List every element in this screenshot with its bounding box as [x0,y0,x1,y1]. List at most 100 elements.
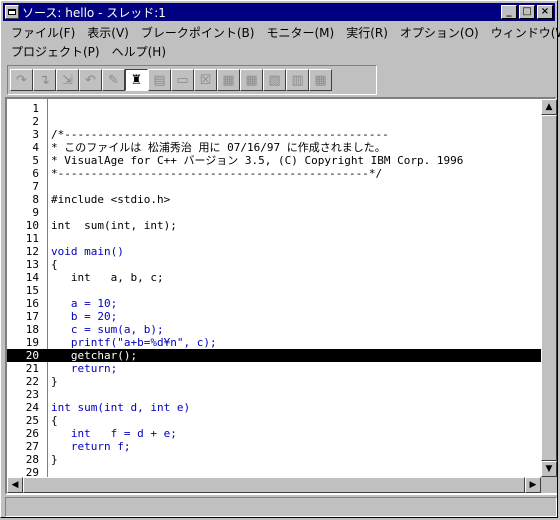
source-editor[interactable]: 1 2 3/*-----------------------------------… [5,97,557,495]
source-line[interactable]: 12 void main() [7,245,555,258]
line-number: 5 [32,154,39,167]
title-bar[interactable]: ソース: hello - スレッド:1 _ □ × [3,3,555,21]
source-line[interactable]: 8 #include <stdio.h> [7,193,555,206]
line-text: return f; [51,440,131,453]
source-line[interactable]: 13 { [7,258,555,271]
system-menu-icon[interactable] [5,5,19,19]
step-return-button[interactable]: ↶ [79,69,102,91]
run-button[interactable]: ✎ [102,69,125,91]
source-line[interactable]: 7 [7,180,555,193]
menu-row-2: プロジェクト(P) ヘルプ(H) [7,42,553,61]
menu-item[interactable]: ヘルプ(H) [106,43,172,60]
step-over-button[interactable]: ↷ [10,69,33,91]
threads-button[interactable]: ▦ [309,69,332,91]
source-line[interactable]: 17 b = 20; [7,310,555,323]
close-button[interactable]: × [537,5,553,19]
line-number: 26 [25,427,39,440]
scroll-down-button[interactable]: ▼ [541,461,557,477]
line-text: getchar(); [51,349,138,362]
storage-icon: ▦ [245,72,258,88]
vertical-scroll-thumb[interactable] [541,115,557,461]
source-lines: 1 2 3/*-----------------------------------… [7,102,555,479]
line-text: int sum(int d, int e) [51,401,191,414]
source-line[interactable]: 24 int sum(int d, int e) [7,401,555,414]
debugger-source-window: ソース: hello - スレッド:1 _ □ × ファイル(F) 表示(V) ブレ… [0,0,560,518]
source-line[interactable]: 21 return; [7,362,555,375]
menu-item[interactable]: 実行(R) [340,24,394,41]
line-text: int a, b, c; [51,271,164,284]
breakpoints-icon: ▤ [153,72,166,88]
source-line[interactable]: 5 * VisualAge for C++ バージョン 3.5, (C) Copy… [7,154,555,167]
line-text: *---------------------------------------… [51,167,383,180]
line-text: int f = d + e; [51,427,177,440]
registers-button[interactable]: ▦ [217,69,240,91]
source-line[interactable]: 9 [7,206,555,219]
source-line[interactable]: 15 [7,284,555,297]
source-line[interactable]: 22} [7,375,555,388]
source-line[interactable]: 27 return f; [7,440,555,453]
breakpoints-button[interactable]: ▤ [148,69,171,91]
step-into-button[interactable]: ↴ [33,69,56,91]
step-into-icon: ↴ [39,72,50,88]
source-line[interactable]: 3 /*-------------------------------------… [7,128,555,141]
source-line[interactable]: 10 int sum(int, int); [7,219,555,232]
toolbar: ↷ ↴ ⇲ ↶ ✎ ♜ ▤ ▭ ☒ ▦ ▦ ▧ ▥ ▦ [7,65,377,95]
call-stack-button[interactable]: ☒ [194,69,217,91]
scrollbar-corner [541,477,557,493]
vertical-scrollbar[interactable]: ▲ ▼ [541,99,557,477]
scroll-right-button[interactable]: ▶ [525,477,541,493]
line-number: 18 [25,323,39,336]
menu-item[interactable]: プロジェクト(P) [7,43,106,60]
source-button[interactable]: ▭ [171,69,194,91]
line-number: 6 [32,167,39,180]
source-line[interactable]: 25 { [7,414,555,427]
menu-item[interactable]: オプション(O) [394,24,485,41]
line-number: 22 [25,375,39,388]
source-line[interactable]: 14 int a, b, c; [7,271,555,284]
line-number: 27 [25,440,39,453]
step-debug-button[interactable]: ⇲ [56,69,79,91]
source-line[interactable]: 28} [7,453,555,466]
menu-item[interactable]: ウィンドウ(W) [485,24,560,41]
registers-icon: ▦ [222,72,235,88]
minimize-button[interactable]: _ [501,5,517,19]
line-text: a = 10; [51,297,118,310]
maximize-button[interactable]: □ [519,5,535,19]
monitor-button[interactable]: ▥ [286,69,309,91]
scroll-up-button[interactable]: ▲ [541,99,557,115]
line-number: 25 [25,414,39,427]
line-number: 3 [32,128,39,141]
horizontal-scrollbar[interactable]: ◀ ▶ [7,477,541,493]
source-line[interactable]: 1 [7,102,555,115]
source-line[interactable]: 26 int f = d + e; [7,427,555,440]
menu-item[interactable]: ファイル(F) [7,24,81,41]
source-line[interactable]: 18 c = sum(a, b); [7,323,555,336]
source-line[interactable]: 11 [7,232,555,245]
source-line[interactable]: 4 * このファイルは 松浦秀治 用に 07/16/97 に作成されました。 [7,141,555,154]
line-number: 1 [32,102,39,115]
variables-button[interactable]: ▧ [263,69,286,91]
monitor-icon: ▥ [291,72,304,88]
source-line[interactable]: 2 [7,115,555,128]
source-line[interactable]: 20 getchar(); [7,349,555,362]
source-line[interactable]: 6 *--------------------------------------… [7,167,555,180]
run-icon: ✎ [108,72,119,88]
horizontal-scroll-thumb[interactable] [23,477,525,493]
menu-item[interactable]: ブレークポイント(B) [135,24,261,41]
line-number: 2 [32,115,39,128]
menu-item[interactable]: モニター(M) [260,24,340,41]
menu-item[interactable]: 表示(V) [81,24,135,41]
line-number: 23 [25,388,39,401]
menu-bar: ファイル(F) 表示(V) ブレークポイント(B) モニター(M) 実行(R) オプション… [7,23,560,61]
line-text: printf("a+b=%d¥n", c); [51,336,217,349]
source-line[interactable]: 19 printf("a+b=%d¥n", c); [7,336,555,349]
storage-button[interactable]: ▦ [240,69,263,91]
line-text: #include <stdio.h> [51,193,171,206]
source-line[interactable]: 23 [7,388,555,401]
scroll-left-button[interactable]: ◀ [7,477,23,493]
line-number: 14 [25,271,39,284]
line-number: 28 [25,453,39,466]
line-text: return; [51,362,118,375]
run-to-cursor-button[interactable]: ♜ [125,69,148,91]
source-line[interactable]: 16 a = 10; [7,297,555,310]
